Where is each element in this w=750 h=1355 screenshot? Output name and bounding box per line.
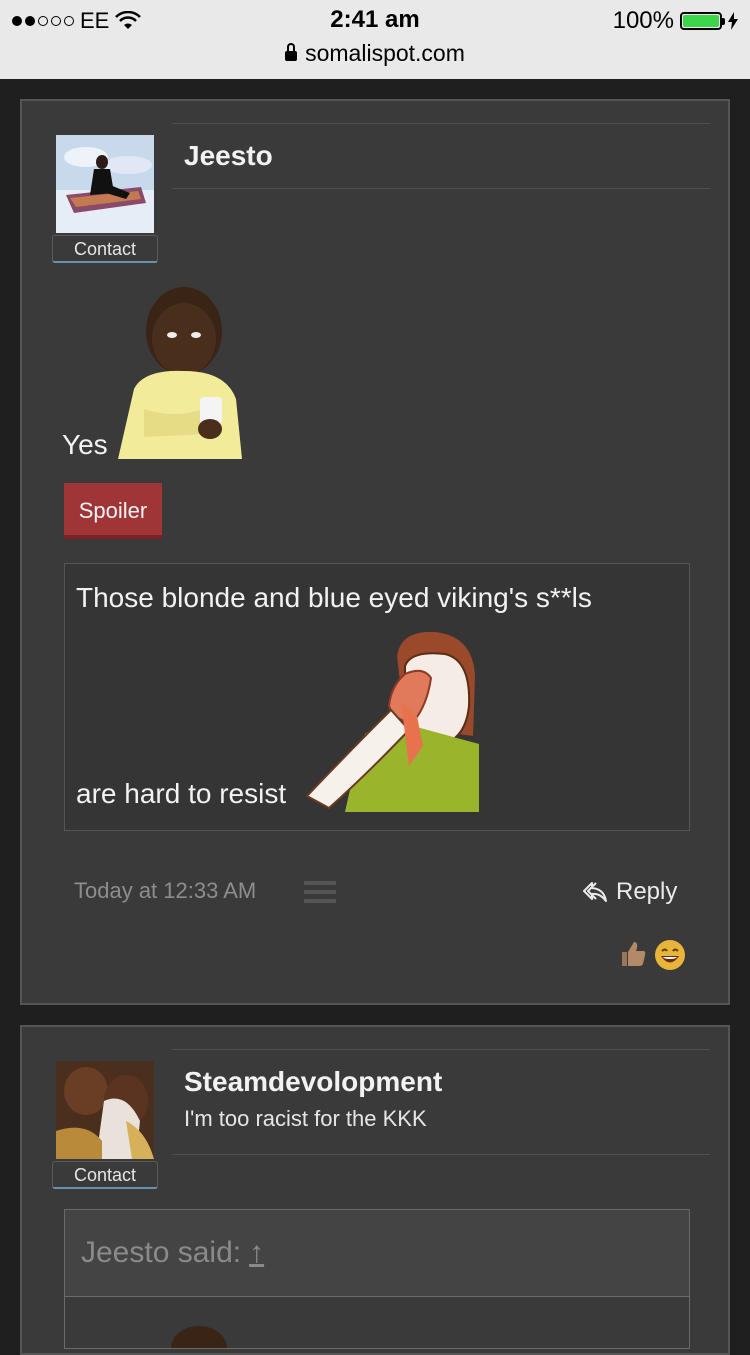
avatar[interactable]	[56, 135, 154, 233]
post-timestamp[interactable]: Today at 12:33 AM	[74, 878, 256, 904]
reaction-kid-image	[118, 287, 242, 459]
username[interactable]: Steamdevolopment	[184, 1066, 442, 1098]
address-bar[interactable]: somalispot.com	[0, 40, 750, 67]
spoiler-text-line1: Those blonde and blue eyed viking's s**l…	[76, 582, 592, 613]
quote-attribution[interactable]: Jeesto said: ↑	[81, 1236, 264, 1270]
reply-icon	[583, 882, 607, 902]
user-info: Steamdevolopment I'm too racist for the …	[172, 1049, 710, 1155]
sweating-guy-image	[305, 631, 479, 812]
jump-to-quote-icon[interactable]: ↑	[249, 1236, 264, 1270]
url-text: somalispot.com	[305, 40, 465, 66]
post-text: Yes	[62, 429, 108, 460]
contact-button[interactable]: Contact	[52, 1161, 158, 1189]
battery-percent: 100%	[612, 7, 674, 34]
spoiler-text-line2: are hard to resist	[76, 778, 287, 809]
avatar-image	[56, 135, 154, 233]
reply-label: Reply	[616, 878, 678, 905]
user-title: I'm too racist for the KKK	[184, 1106, 427, 1131]
lock-icon	[285, 42, 298, 61]
avatar[interactable]	[56, 1061, 154, 1159]
reply-button[interactable]: Reply	[582, 878, 677, 906]
battery-icon	[680, 12, 725, 30]
battery-status: 100%	[613, 7, 738, 35]
spoiler-button[interactable]: Spoiler	[64, 483, 162, 539]
spoiler-content: Those blonde and blue eyed viking's s**l…	[64, 563, 690, 831]
username[interactable]: Jeesto	[184, 140, 273, 172]
user-info: Jeesto	[172, 123, 710, 189]
quote-block: Jeesto said: ↑	[64, 1209, 690, 1349]
reactions	[618, 939, 686, 971]
post: Contact Jeesto Yes Spoiler Those blonde …	[20, 99, 730, 1005]
contact-button[interactable]: Contact	[52, 235, 158, 263]
thumbs-up-icon[interactable]	[618, 939, 648, 969]
post-menu-icon[interactable]	[304, 881, 336, 903]
charging-bolt-icon	[728, 12, 738, 30]
quote-header: Jeesto said: ↑	[65, 1210, 689, 1297]
quote-author-label: Jeesto said:	[81, 1236, 242, 1269]
post: Contact Steamdevolopment I'm too racist …	[20, 1025, 730, 1355]
status-bar: EE 2:41 am 100% somalispot.com	[0, 0, 750, 79]
quoted-image-partial	[171, 1326, 227, 1348]
avatar-image	[56, 1061, 154, 1159]
laughing-emoji-icon[interactable]	[654, 939, 686, 971]
